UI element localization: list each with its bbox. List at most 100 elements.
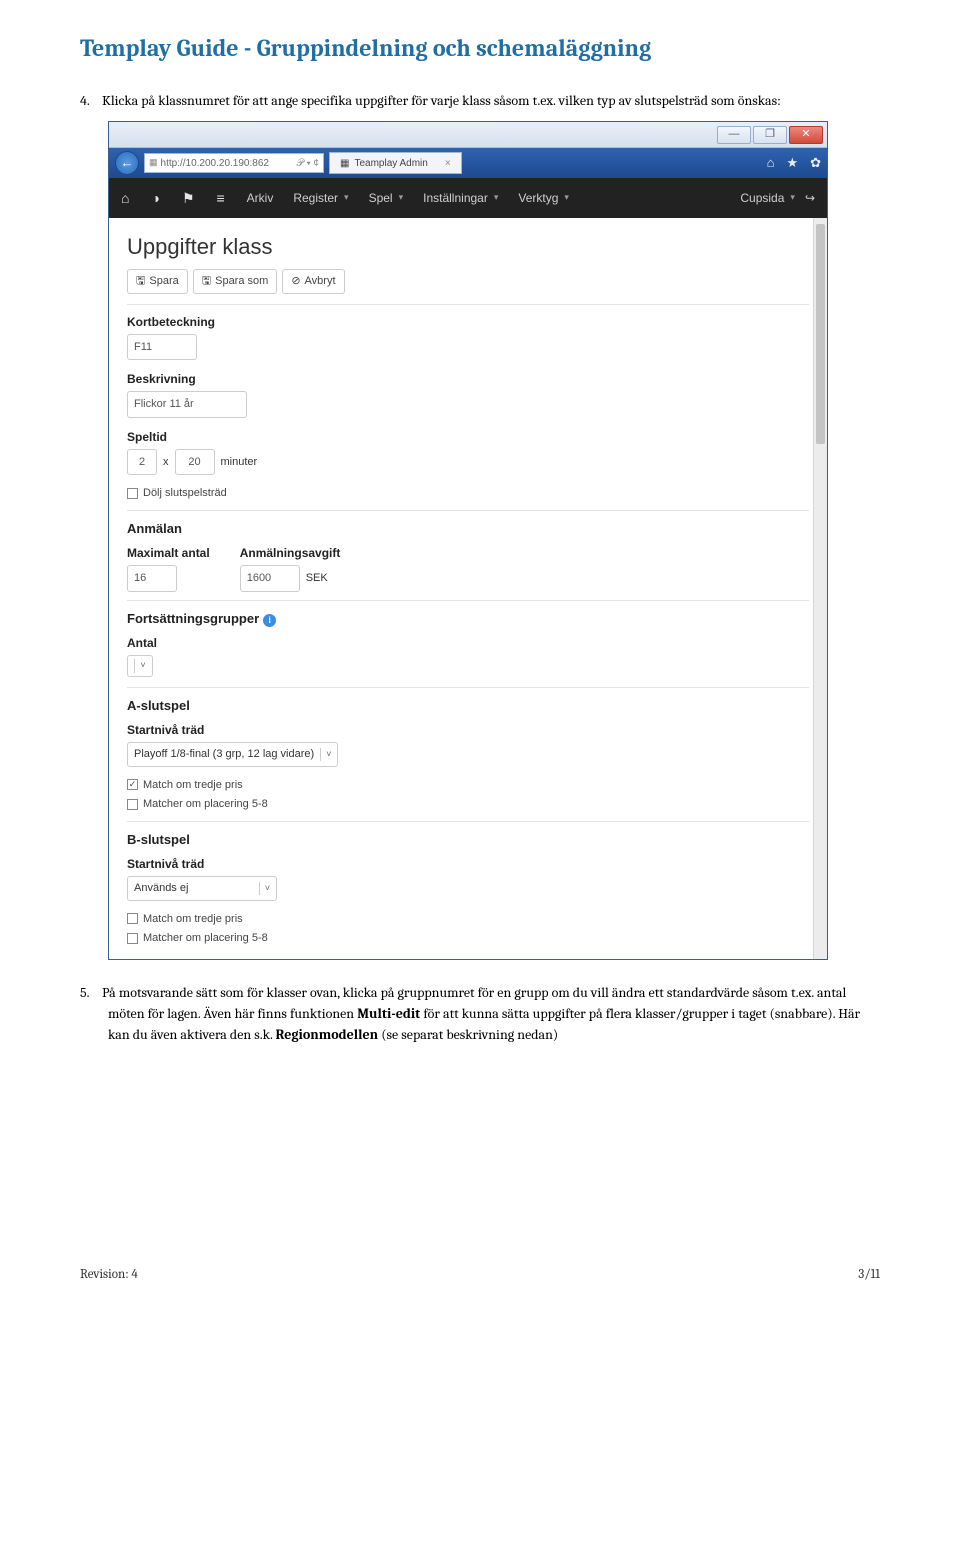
tab-close-icon[interactable]: × [445,156,451,171]
address-suffix: 𝒫 ▾ ¢ [296,156,319,171]
kortbeteckning-group: Kortbeteckning F11 [127,313,809,361]
a-tredje-label: Match om tredje pris [143,777,243,794]
antal-select[interactable]: ˅ [127,655,153,677]
home-icon[interactable]: ⌂ [767,153,775,173]
bslutspel-heading: B-slutspel [127,830,809,850]
a-58-checkbox[interactable]: Matcher om placering 5-8 [127,796,809,813]
divider [127,821,809,822]
save-as-icon: 🖫 [202,273,211,290]
browser-icons: ⌂ ★ ✿ [767,153,821,173]
step4-text: Klicka på klassnumret för att ange speci… [102,92,781,109]
scrollbar[interactable] [813,218,827,959]
checkbox-box-checked: ✓ [127,779,138,790]
avgift-input[interactable]: 1600 [240,565,300,592]
step4-num: 4. [80,90,102,111]
antal-group: Antal ˅ [127,634,809,677]
speltid-halves-input[interactable]: 2 [127,449,157,476]
divider [127,600,809,601]
beskrivning-label: Beskrivning [127,370,809,388]
page-title: Uppgifter klass [127,230,809,263]
window-minimize-button[interactable]: — [717,126,751,144]
info-icon[interactable]: i [263,614,276,627]
b-tredje-checkbox[interactable]: Match om tredje pris [127,911,809,928]
checkbox-box [127,488,138,499]
nav-register[interactable]: Register [293,189,348,207]
cancel-icon: ⊘ [291,273,300,290]
a-startniva-group: Startnivå träd Playoff 1/8-final (3 grp,… [127,721,809,767]
a-startniva-select[interactable]: Playoff 1/8-final (3 grp, 12 lag vidare)… [127,742,338,767]
nav-cupsida[interactable]: Cupsida [740,189,795,207]
divider [127,304,809,305]
nav-user-icon[interactable]: ◑ [151,188,159,209]
nav-verktyg[interactable]: Verktyg [518,189,569,207]
tab-title: Teamplay Admin [354,156,427,171]
kortbeteckning-label: Kortbeteckning [127,313,809,331]
nav-installningar[interactable]: Inställningar [423,189,498,207]
aslutspel-heading: A-slutspel [127,696,809,716]
a-tredje-checkbox[interactable]: ✓ Match om tredje pris [127,777,809,794]
antal-label: Antal [127,634,809,652]
maxantal-input[interactable]: 16 [127,565,177,592]
avgift-label: Anmälningsavgift [240,544,341,562]
speltid-x: x [163,454,169,471]
cancel-button[interactable]: ⊘Avbryt [282,269,344,294]
app-window: — ❐ ✕ ← ▦ http://10.200.20.190:862 𝒫 ▾ ¢… [108,121,828,960]
b-58-checkbox[interactable]: Matcher om placering 5-8 [127,930,809,947]
revision-text: Revision: 4 [80,1265,138,1285]
beskrivning-group: Beskrivning Flickor 11 år [127,370,809,418]
checkbox-box [127,913,138,924]
a-58-label: Matcher om placering 5-8 [143,796,268,813]
beskrivning-input[interactable]: Flickor 11 år [127,391,247,418]
b-tredje-label: Match om tredje pris [143,911,243,928]
speltid-label: Speltid [127,428,809,446]
nav-arkiv[interactable]: Arkiv [247,189,274,207]
speltid-unit: minuter [221,454,258,471]
window-maximize-button[interactable]: ❐ [753,126,787,144]
anmalan-heading: Anmälan [127,519,809,539]
step5-num: 5. [80,982,102,1003]
tools-icon[interactable]: ✿ [810,153,821,173]
tab-icon: ▦ [340,156,349,171]
checkbox-box [127,799,138,810]
browser-toolbar: ← ▦ http://10.200.20.190:862 𝒫 ▾ ¢ ▦ Tea… [109,148,827,178]
save-as-button[interactable]: 🖫Spara som [193,269,278,294]
window-close-button[interactable]: ✕ [789,126,823,144]
nav-exit-icon[interactable]: ↪ [805,189,815,207]
save-icon: 🖫 [136,273,145,290]
b-startniva-group: Startnivå träd Används ej˅ [127,855,809,901]
app-navbar: ⌂ ◑ ⚑ ≡ Arkiv Register Spel Inställninga… [109,178,827,218]
fortsattning-heading: Fortsättningsgrupperi [127,609,809,629]
speltid-group: Speltid 2 x 20 minuter [127,428,809,476]
avgift-group: Anmälningsavgift 1600 SEK [240,544,341,592]
dolj-checkbox[interactable]: Dölj slutspelsträd [127,485,809,502]
action-buttons: 🖫Spara 🖫Spara som ⊘Avbryt [127,269,809,294]
nav-flag-icon[interactable]: ⚑ [182,188,195,209]
divider [127,687,809,688]
step-5: 5.På motsvarande sätt som för klasser ov… [108,982,880,1045]
maxantal-label: Maximalt antal [127,544,210,562]
screenshot: — ❐ ✕ ← ▦ http://10.200.20.190:862 𝒫 ▾ ¢… [108,121,880,960]
b-startniva-select[interactable]: Används ej˅ [127,876,277,901]
nav-spel[interactable]: Spel [369,189,404,207]
doc-title: Templay Guide - Gruppindelning och schem… [80,30,880,66]
url-text: http://10.200.20.190:862 [161,156,269,171]
nav-list-icon[interactable]: ≡ [217,188,225,209]
b-startniva-label: Startnivå träd [127,855,809,873]
step5-multiedit: Multi-edit [357,1005,420,1022]
speltid-minutes-input[interactable]: 20 [175,449,215,476]
browser-tab[interactable]: ▦ Teamplay Admin × [329,152,462,174]
step5-text-e: (se separat beskrivning nedan) [378,1026,558,1043]
address-bar[interactable]: ▦ http://10.200.20.190:862 𝒫 ▾ ¢ [144,153,324,173]
scrollbar-thumb[interactable] [816,224,825,444]
page-icon: ▦ [149,156,158,170]
save-button[interactable]: 🖫Spara [127,269,188,294]
nav-home-icon[interactable]: ⌂ [121,188,129,209]
kortbeteckning-input[interactable]: F11 [127,334,197,361]
favorites-icon[interactable]: ★ [786,153,798,173]
a-startniva-label: Startnivå träd [127,721,809,739]
b-58-label: Matcher om placering 5-8 [143,930,268,947]
browser-back-button[interactable]: ← [115,151,139,175]
avgift-currency: SEK [306,570,328,587]
page-footer: Revision: 4 3/11 [80,1265,880,1285]
step-4: 4.Klicka på klassnumret för att ange spe… [108,90,880,111]
